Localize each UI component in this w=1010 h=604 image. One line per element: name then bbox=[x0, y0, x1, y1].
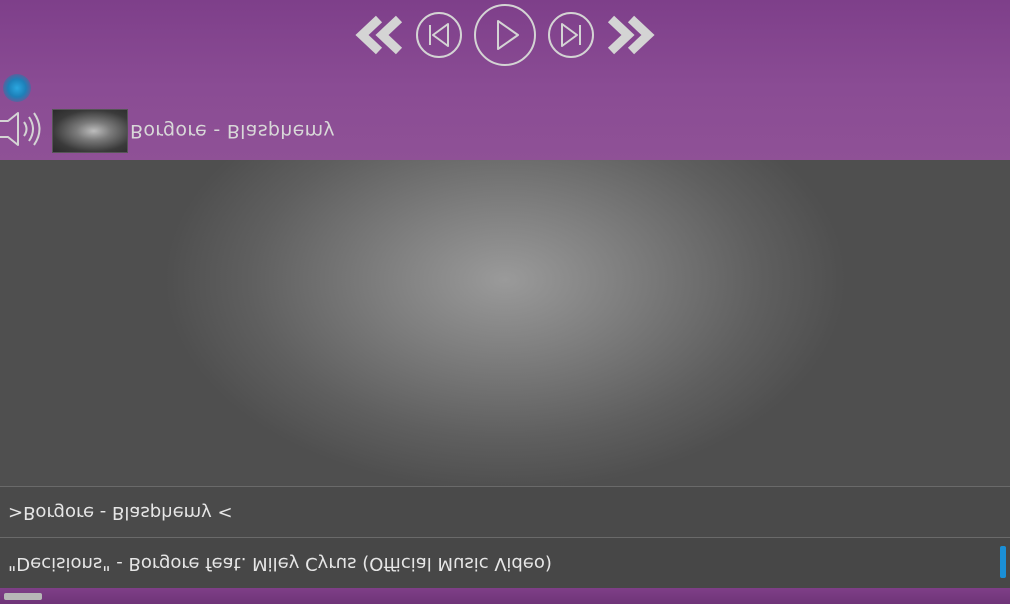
rewind-icon bbox=[354, 13, 406, 57]
transport-controls bbox=[0, 0, 1010, 70]
next-track-button[interactable] bbox=[546, 10, 596, 60]
playlist-item[interactable]: >Borgore - Blasphemy < bbox=[0, 486, 1010, 537]
previous-track-button[interactable] bbox=[414, 10, 464, 60]
previous-track-icon bbox=[414, 10, 464, 60]
resize-handle[interactable] bbox=[4, 593, 42, 600]
fast-forward-button[interactable] bbox=[604, 13, 656, 57]
rewind-button[interactable] bbox=[354, 13, 406, 57]
play-button[interactable] bbox=[472, 2, 538, 68]
fast-forward-icon bbox=[604, 13, 656, 57]
play-icon bbox=[472, 2, 538, 68]
playlist-item-label: >Borgore - Blasphemy < bbox=[8, 501, 233, 523]
now-playing-row: Borgore - Blasphemy bbox=[0, 108, 600, 154]
playlist-item-label: "Decisions" - Borgore feat. Miley Cyrus … bbox=[8, 552, 552, 574]
volume-button[interactable] bbox=[0, 109, 44, 153]
playlist: >Borgore - Blasphemy < "Decisions" - Bor… bbox=[0, 486, 1010, 588]
track-thumbnail bbox=[52, 109, 128, 153]
playlist-scroll-indicator[interactable] bbox=[1000, 546, 1006, 578]
bottom-bar bbox=[0, 588, 1010, 604]
speaker-icon bbox=[0, 109, 44, 153]
now-playing-title: Borgore - Blasphemy bbox=[130, 120, 335, 142]
video-area[interactable] bbox=[0, 160, 1010, 486]
player-control-bar: Borgore - Blasphemy bbox=[0, 0, 1010, 160]
playlist-item[interactable]: "Decisions" - Borgore feat. Miley Cyrus … bbox=[0, 537, 1010, 588]
seek-handle[interactable] bbox=[3, 74, 31, 102]
next-track-icon bbox=[546, 10, 596, 60]
